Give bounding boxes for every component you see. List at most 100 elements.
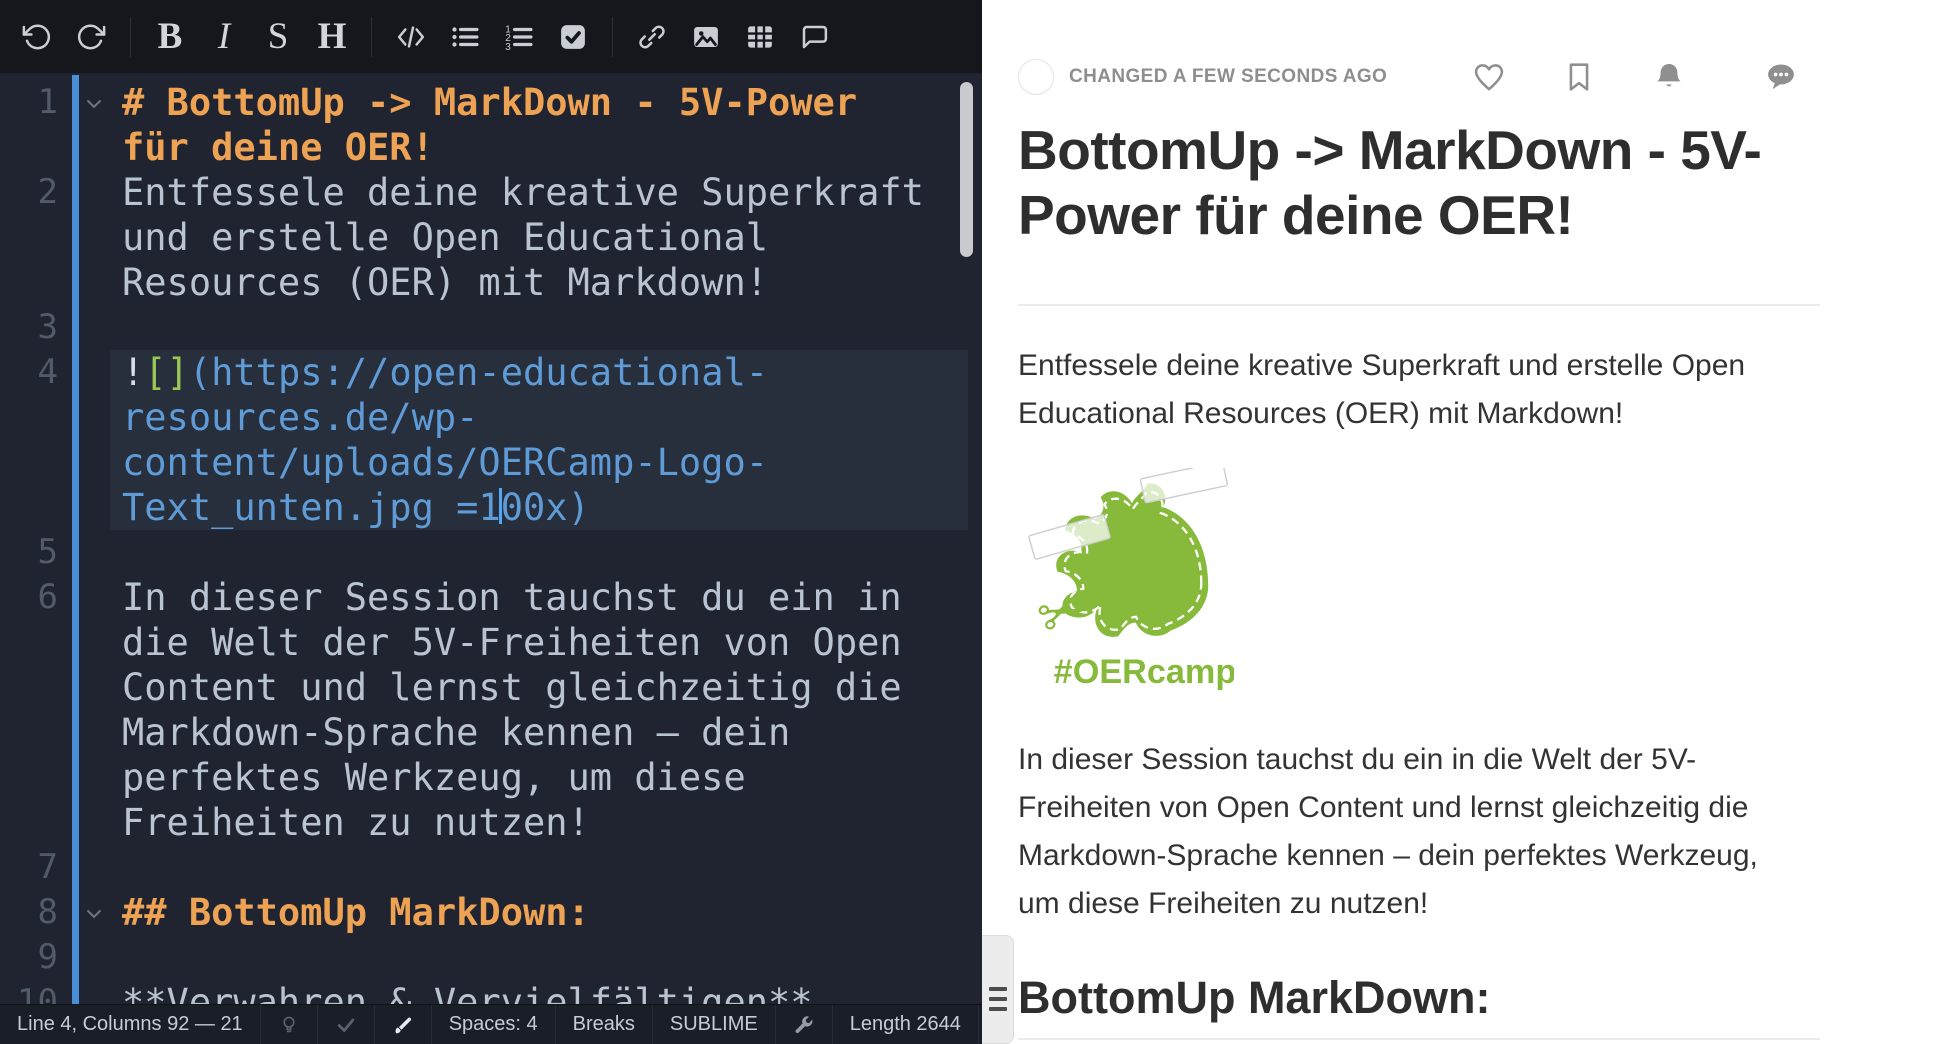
link-icon bbox=[637, 22, 667, 52]
markdown-editor[interactable]: 1 # BottomUp -> MarkDown - 5V-Power für d… bbox=[0, 73, 982, 1004]
toolbar-group: 123 bbox=[384, 9, 600, 65]
editor-line-8[interactable]: 8## BottomUp MarkDown: bbox=[0, 890, 982, 935]
bold-button[interactable]: B bbox=[143, 9, 197, 65]
check-list-icon bbox=[558, 22, 588, 52]
fold-gutter bbox=[62, 170, 108, 215]
fold-gutter bbox=[62, 575, 108, 620]
editor-line-2[interactable]: 2Entfessele deine kreative Superkraft un… bbox=[0, 170, 982, 305]
comment-bubble-icon bbox=[1763, 59, 1799, 95]
toolbar-separator bbox=[371, 17, 372, 57]
editor-statusbar: Line 4, Columns 92 — 21 Spaces: 4BreaksSU… bbox=[0, 1004, 982, 1044]
table-button[interactable] bbox=[733, 9, 787, 65]
code-block-button[interactable] bbox=[384, 9, 438, 65]
bookmark-icon bbox=[1562, 60, 1596, 94]
heart-button[interactable] bbox=[1472, 60, 1506, 94]
editor-scrollbar-thumb[interactable] bbox=[960, 82, 973, 257]
paintbrush-icon[interactable] bbox=[375, 1005, 432, 1044]
editor-line-1[interactable]: 1 # BottomUp -> MarkDown - 5V-Power für d… bbox=[0, 80, 982, 170]
editor-lines: 1 # BottomUp -> MarkDown - 5V-Power für d… bbox=[0, 80, 982, 1004]
fold-gutter bbox=[62, 305, 108, 350]
editor-pane: BISH 123 1 # BottomUp -> MarkDown - 5V-Pow… bbox=[0, 0, 982, 1044]
editor-line-3[interactable]: 3 bbox=[0, 305, 982, 350]
spellcheck-check-icon[interactable] bbox=[318, 1005, 375, 1044]
fold-gutter bbox=[62, 350, 108, 395]
line-number: 10 bbox=[0, 980, 62, 1004]
line-number: 1 bbox=[0, 80, 62, 125]
editor-line-9[interactable]: 9 bbox=[0, 935, 982, 980]
italic-button[interactable]: I bbox=[197, 9, 251, 65]
image-button[interactable] bbox=[679, 9, 733, 65]
bell-button[interactable] bbox=[1652, 60, 1686, 94]
table-icon bbox=[745, 22, 775, 52]
doc-paragraph-2: In dieser Session tauchst du ein in die … bbox=[1018, 736, 1798, 928]
fold-chevron-icon[interactable] bbox=[62, 80, 108, 125]
strikethrough-icon: S bbox=[268, 18, 289, 55]
doc-title: BottomUp -> MarkDown - 5V-Power für dein… bbox=[1018, 118, 1802, 248]
cursor-position: Line 4, Columns 92 — 21 bbox=[0, 1005, 261, 1044]
toolbar-separator bbox=[612, 17, 613, 57]
divider bbox=[1018, 1038, 1820, 1040]
line-number: 7 bbox=[0, 845, 62, 890]
line-content: **Verwahren & Vervielfältigen** bbox=[108, 980, 932, 1004]
comment-button[interactable] bbox=[787, 9, 841, 65]
ordered-list-icon: 123 bbox=[504, 22, 534, 52]
editor-line-4[interactable]: 4![](https://open-educational-resources.… bbox=[0, 350, 982, 530]
check-list-button[interactable] bbox=[546, 9, 600, 65]
keymap-setting[interactable]: SUBLIME bbox=[653, 1005, 776, 1044]
rendered-document: BottomUp -> MarkDown - 5V-Power für dein… bbox=[1018, 118, 1820, 1040]
logo-caption: #OERcamp bbox=[1054, 653, 1234, 691]
heading-icon: H bbox=[318, 18, 347, 55]
fold-gutter bbox=[62, 980, 108, 1004]
unordered-list-icon bbox=[450, 22, 480, 52]
bold-icon: B bbox=[158, 18, 183, 55]
bookmark-button[interactable] bbox=[1562, 60, 1596, 94]
ordered-list-button[interactable]: 123 bbox=[492, 9, 546, 65]
line-number: 4 bbox=[0, 350, 62, 395]
undo-icon bbox=[22, 22, 52, 52]
line-content bbox=[108, 530, 932, 575]
line-number: 8 bbox=[0, 890, 62, 935]
split-drag-handle[interactable] bbox=[982, 935, 1014, 1044]
editor-line-10[interactable]: 10 **Verwahren & Vervielfältigen** bbox=[0, 980, 982, 1004]
unordered-list-button[interactable] bbox=[438, 9, 492, 65]
line-number: 6 bbox=[0, 575, 62, 620]
link-button[interactable] bbox=[625, 9, 679, 65]
authorship-color-bar bbox=[72, 75, 79, 1004]
editor-line-6[interactable]: 6 In dieser Session tauchst du ein in die… bbox=[0, 575, 982, 845]
indent-setting[interactable]: Spaces: 4 bbox=[432, 1005, 556, 1044]
line-content: In dieser Session tauchst du ein in die … bbox=[108, 575, 932, 845]
strikethrough-button[interactable]: S bbox=[251, 9, 305, 65]
line-number: 3 bbox=[0, 305, 62, 350]
fold-gutter bbox=[62, 530, 108, 575]
editor-line-5[interactable]: 5 bbox=[0, 530, 982, 575]
divider bbox=[1018, 304, 1820, 306]
toolbar-group: BISH bbox=[143, 9, 359, 65]
line-content: Entfessele deine kreative Superkraft und… bbox=[108, 170, 932, 305]
line-content bbox=[108, 305, 932, 350]
image-icon bbox=[691, 22, 721, 52]
lightbulb-icon[interactable] bbox=[261, 1005, 318, 1044]
tape-top-right bbox=[1140, 468, 1227, 503]
line-number: 9 bbox=[0, 935, 62, 980]
doc-subheading: BottomUp MarkDown: bbox=[1018, 972, 1820, 1024]
fold-chevron-icon[interactable] bbox=[62, 890, 108, 935]
comment-bubble-button[interactable] bbox=[1742, 44, 1820, 110]
comment-icon bbox=[799, 22, 829, 52]
heading-button[interactable]: H bbox=[305, 9, 359, 65]
toolbar-separator bbox=[130, 17, 131, 57]
wrench-icon[interactable] bbox=[776, 1005, 833, 1044]
redo-button[interactable] bbox=[64, 9, 118, 65]
code-block-icon bbox=[396, 22, 426, 52]
editor-line-7[interactable]: 7 bbox=[0, 845, 982, 890]
toolbar-group bbox=[10, 9, 118, 65]
line-content bbox=[108, 935, 932, 980]
avatar[interactable] bbox=[1018, 59, 1054, 95]
preview-actions bbox=[1472, 44, 1820, 110]
toolbar-group bbox=[625, 9, 841, 65]
linebreak-setting[interactable]: Breaks bbox=[556, 1005, 653, 1044]
line-content: # BottomUp -> MarkDown - 5V-Power für de… bbox=[108, 80, 932, 170]
line-number: 5 bbox=[0, 530, 62, 575]
undo-button[interactable] bbox=[10, 9, 64, 65]
fold-gutter bbox=[62, 845, 108, 890]
oercamp-logo-image: ✂ #OERcamp bbox=[1024, 468, 1234, 693]
